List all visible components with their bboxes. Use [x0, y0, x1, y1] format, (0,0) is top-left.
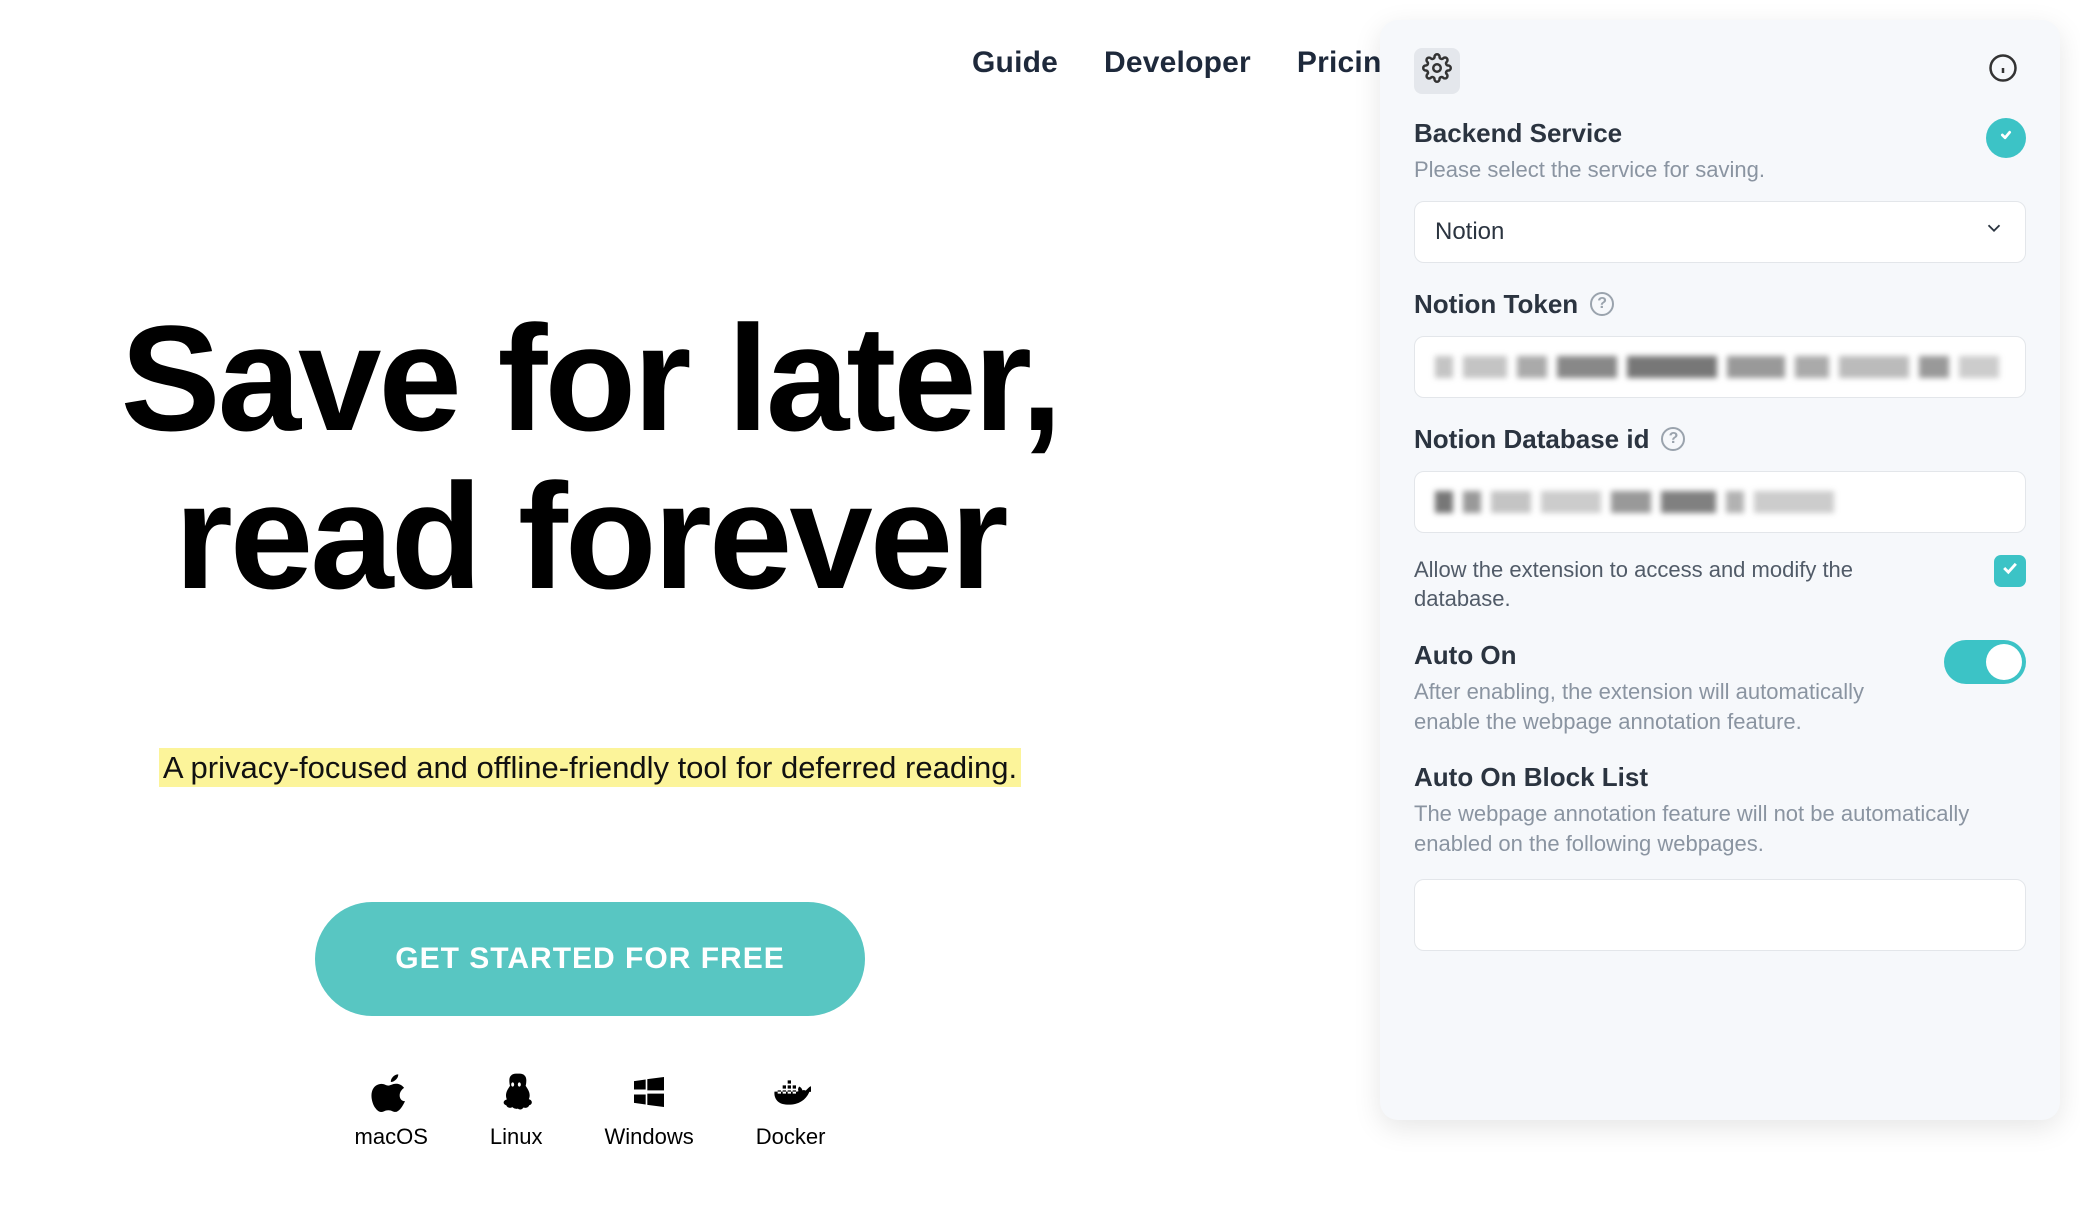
hero-title: Save for later, read forever — [0, 300, 1180, 615]
platform-docker[interactable]: Docker — [756, 1070, 826, 1150]
auto-on-toggle[interactable] — [1944, 640, 2026, 684]
help-icon[interactable]: ? — [1661, 427, 1685, 451]
hero-tagline: A privacy-focused and offline-friendly t… — [159, 748, 1021, 787]
platform-label: macOS — [355, 1124, 428, 1150]
extension-settings-panel: Backend Service Please select the servic… — [1380, 20, 2060, 1120]
backend-service-title: Backend Service — [1414, 118, 1765, 149]
help-icon[interactable]: ? — [1590, 292, 1614, 316]
chevron-down-icon — [1983, 217, 2005, 246]
notion-token-input[interactable] — [1414, 336, 2026, 398]
docker-icon — [769, 1070, 813, 1114]
block-list-desc: The webpage annotation feature will not … — [1414, 799, 2026, 858]
auto-on-title: Auto On — [1414, 640, 1894, 671]
platform-label: Linux — [490, 1124, 543, 1150]
top-nav: Guide Developer Pricing — [0, 46, 1400, 80]
apple-icon — [369, 1070, 413, 1114]
info-button[interactable] — [1980, 48, 2026, 94]
info-icon — [1988, 53, 2018, 89]
platform-list: macOS Linux Windows Docker — [0, 1070, 1180, 1150]
hero-title-line2: read forever — [174, 452, 1005, 620]
gear-icon — [1422, 53, 1452, 89]
platform-label: Docker — [756, 1124, 826, 1150]
check-icon — [2000, 558, 2020, 584]
hero: Save for later, read forever A privacy-f… — [0, 300, 1180, 1150]
auto-on-desc: After enabling, the extension will autom… — [1414, 677, 1894, 736]
notion-database-title: Notion Database id — [1414, 424, 1649, 455]
block-list-input[interactable] — [1414, 879, 2026, 951]
linux-icon — [494, 1070, 538, 1114]
platform-windows[interactable]: Windows — [605, 1070, 694, 1150]
platform-linux[interactable]: Linux — [490, 1070, 543, 1150]
nav-link-developer[interactable]: Developer — [1104, 46, 1251, 80]
backend-service-desc: Please select the service for saving. — [1414, 155, 1765, 185]
allow-access-label: Allow the extension to access and modify… — [1414, 555, 1934, 614]
backend-service-select[interactable]: Notion — [1414, 201, 2026, 263]
nav-link-guide[interactable]: Guide — [972, 46, 1058, 80]
platform-label: Windows — [605, 1124, 694, 1150]
block-list-title: Auto On Block List — [1414, 762, 2026, 793]
backend-service-value: Notion — [1435, 218, 1504, 246]
masked-token-value — [1435, 356, 2005, 378]
settings-tab-button[interactable] — [1414, 48, 1460, 94]
notion-token-title: Notion Token — [1414, 289, 1578, 320]
connection-status-badge — [1986, 118, 2026, 158]
toggle-knob — [1986, 644, 2022, 680]
get-started-button[interactable]: GET STARTED FOR FREE — [315, 902, 864, 1016]
masked-database-value — [1435, 491, 2005, 513]
hero-title-line1: Save for later, — [121, 294, 1060, 462]
allow-access-checkbox[interactable] — [1994, 555, 2026, 587]
notion-database-input[interactable] — [1414, 471, 2026, 533]
platform-macos[interactable]: macOS — [355, 1070, 428, 1150]
windows-icon — [627, 1070, 671, 1114]
plug-check-icon — [1995, 124, 2017, 152]
